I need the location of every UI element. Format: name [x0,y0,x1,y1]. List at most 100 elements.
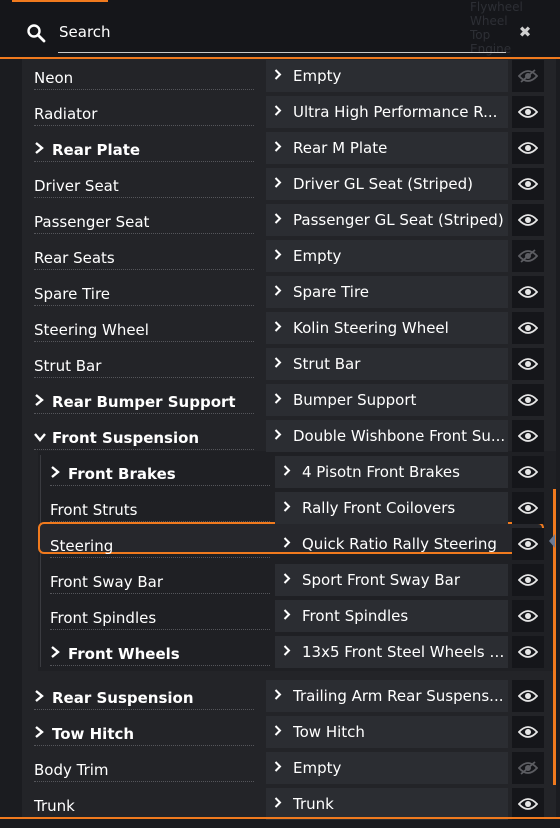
part-value-button[interactable]: Strut Bar [266,348,508,380]
part-value-button[interactable]: Double Wishbone Front Su... [266,420,508,452]
dotted-leader [50,629,270,630]
dotted-leader [34,745,254,746]
part-row[interactable]: Front Spindles Front Spindles [22,599,556,633]
part-value-button[interactable]: Empty [266,60,508,92]
part-slot-label[interactable]: Tow Hitch [34,715,254,749]
eye-icon[interactable] [512,168,544,200]
part-row[interactable]: Spare Tire Spare Tire [22,275,556,309]
part-row[interactable]: Front Struts Rally Front Coilovers [22,491,556,525]
part-row[interactable]: Rear Suspension Trailing Arm Rear Suspens… [22,679,556,713]
eye-off-icon[interactable] [512,60,544,92]
part-row[interactable]: Body Trim Empty [22,751,556,785]
chevron-right-icon [274,176,284,192]
chevron-right-icon [283,500,293,516]
search-input[interactable] [59,20,499,44]
part-row[interactable]: Front Brakes 4 Pisotn Front Brakes [22,455,556,489]
part-slot-label: Steering [50,527,270,561]
part-value-button[interactable]: Ultra High Performance R... [266,96,508,128]
eye-icon[interactable] [512,204,544,236]
eye-icon[interactable] [512,680,544,712]
part-slot-name: Rear Suspension [52,689,194,707]
part-slot-label[interactable]: Front Brakes [50,455,270,489]
part-row[interactable]: Front Sway Bar Sport Front Sway Bar [22,563,556,597]
eye-icon[interactable] [512,492,544,524]
part-value-button[interactable]: Sport Front Sway Bar [275,564,508,596]
part-slot-name: Front Suspension [52,429,200,447]
part-value-text: Trailing Arm Rear Suspens... [293,687,504,705]
part-value-text: Empty [293,67,342,85]
chevron-right-icon [274,796,284,812]
chevron-right-icon [274,428,284,444]
eye-icon[interactable] [512,384,544,416]
part-value-button[interactable]: Kolin Steering Wheel [266,312,508,344]
eye-icon[interactable] [512,528,544,560]
part-row[interactable]: Rear Plate Rear M Plate [22,131,556,165]
eye-icon[interactable] [512,564,544,596]
part-row[interactable]: Front Wheels 13x5 Front Steel Wheels (... [22,635,556,669]
part-value-button[interactable]: Rally Front Coilovers [275,492,508,524]
part-row[interactable]: Trunk Trunk [22,787,556,821]
search-underline [58,52,506,53]
eye-icon[interactable] [512,132,544,164]
part-value-button[interactable]: Quick Ratio Rally Steering [275,528,508,560]
eye-icon[interactable] [512,636,544,668]
eye-icon[interactable] [512,788,544,820]
part-slot-label-text: Body Trim [34,761,254,779]
part-row[interactable]: Neon Empty [22,59,556,93]
eye-off-icon[interactable] [512,240,544,272]
part-value-button[interactable]: 13x5 Front Steel Wheels (... [275,636,508,668]
part-slot-label[interactable]: Rear Suspension [34,679,254,713]
part-slot-label[interactable]: Rear Bumper Support [34,383,254,417]
eye-icon[interactable] [512,312,544,344]
eye-icon[interactable] [512,348,544,380]
part-value-button[interactable]: Empty [266,752,508,784]
eye-icon[interactable] [512,456,544,488]
part-slot-label: Neon [34,59,254,93]
clear-search-icon[interactable]: ✖ [517,23,533,41]
part-value-button[interactable]: Bumper Support [266,384,508,416]
part-value-button[interactable]: Spare Tire [266,276,508,308]
part-slot-label: Strut Bar [34,347,254,381]
part-value-button[interactable]: Trailing Arm Rear Suspens... [266,680,508,712]
part-value-button[interactable]: Passenger GL Seat (Striped) [266,204,508,236]
part-row[interactable]: Steering Wheel Kolin Steering Wheel [22,311,556,345]
top-accent-bar [12,0,108,2]
part-row[interactable]: Passenger Seat Passenger GL Seat (Striped… [22,203,556,237]
part-slot-name: Tow Hitch [52,725,135,743]
eye-icon[interactable] [512,276,544,308]
part-slot-name: Passenger Seat [34,213,150,231]
part-slot-name: Radiator [34,105,98,123]
part-row[interactable]: Tow Hitch Tow Hitch [22,715,556,749]
eye-icon[interactable] [512,420,544,452]
part-row[interactable]: Front Suspension Double Wishbone Front Su… [22,419,556,453]
part-row[interactable]: Steering Quick Ratio Rally Steering [22,527,556,561]
part-slot-name: Spare Tire [34,285,111,303]
part-value-text: Ultra High Performance R... [293,103,498,121]
part-slot-name: Front Sway Bar [50,573,163,591]
part-row[interactable]: Strut Bar Strut Bar [22,347,556,381]
part-slot-name: Rear Seats [34,249,115,267]
eye-icon[interactable] [512,716,544,748]
part-value-button[interactable]: Rear M Plate [266,132,508,164]
part-value-button[interactable]: Trunk [266,788,508,820]
part-value-button[interactable]: Driver GL Seat (Striped) [266,168,508,200]
part-row[interactable]: Rear Bumper Support Bumper Support [22,383,556,417]
part-slot-label[interactable]: Front Suspension [34,419,254,453]
eye-off-icon[interactable] [512,752,544,784]
part-value-text: Empty [293,759,342,777]
part-slot-name: Front Spindles [50,609,157,627]
part-row[interactable]: Driver Seat Driver GL Seat (Striped) [22,167,556,201]
part-row[interactable]: Rear Seats Empty [22,239,556,273]
part-row[interactable]: Radiator Ultra High Performance R... [22,95,556,129]
part-value-button[interactable]: Empty [266,240,508,272]
part-slot-label[interactable]: Front Wheels [50,635,270,669]
part-slot-label[interactable]: Rear Plate [34,131,254,165]
eye-icon[interactable] [512,96,544,128]
part-value-button[interactable]: 4 Pisotn Front Brakes [275,456,508,488]
dotted-leader [34,413,254,414]
chevron-right-icon [274,248,284,264]
part-value-button[interactable]: Tow Hitch [266,716,508,748]
eye-icon[interactable] [512,600,544,632]
dotted-leader [34,305,254,306]
part-value-button[interactable]: Front Spindles [275,600,508,632]
